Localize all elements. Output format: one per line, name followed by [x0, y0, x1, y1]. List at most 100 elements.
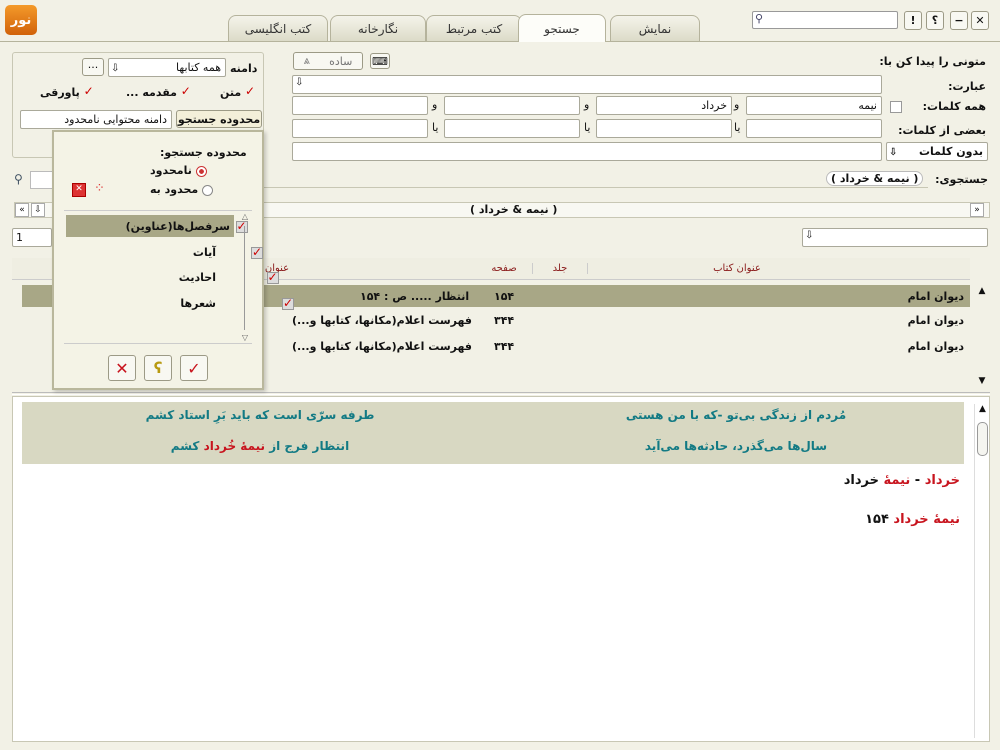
tree-item-verses-label: آیات	[192, 246, 216, 259]
query-side-box	[30, 171, 54, 189]
scroll-up-icon[interactable]: ▲	[975, 404, 990, 414]
popup-ok-button[interactable]: ✓	[180, 355, 208, 381]
popup-title: محدوده جستجو:	[160, 146, 247, 159]
row3-book[interactable]: دیوان امام	[908, 340, 964, 353]
tab-gallery[interactable]: نگارخانه	[330, 15, 426, 41]
nav-down-button[interactable]: ⇩	[31, 203, 45, 217]
phrase-label: عبارت:	[948, 80, 986, 93]
splitter[interactable]	[12, 392, 990, 395]
page-number-input[interactable]: 1	[12, 228, 52, 247]
tab-search[interactable]: جستجو	[518, 14, 606, 42]
row1-book: دیوان امام	[907, 290, 964, 303]
all-words-checkbox[interactable]	[890, 101, 902, 113]
tree-item-verses-check[interactable]	[251, 245, 263, 259]
row2-page: ۳۴۴	[494, 314, 515, 327]
col-header-book-title[interactable]: عنوان کتاب	[592, 263, 882, 274]
scroll-up-icon[interactable]: ▲	[974, 286, 990, 296]
tab-english-books[interactable]: کتب انگلیسی	[228, 15, 328, 41]
tree-item-poems-label: شعرها	[180, 297, 216, 310]
tab-display[interactable]: نمایش	[610, 15, 700, 41]
query-text-2: ( نیمه & خرداد )	[470, 203, 558, 216]
results-scrollbar[interactable]: ▲ ▼	[974, 286, 990, 386]
intro-option[interactable]: مقدمه ...	[126, 84, 193, 99]
mode-toggle[interactable]: ⩓ ساده	[293, 52, 363, 70]
domain-more-button[interactable]: ···	[82, 58, 104, 76]
all-words-input-1[interactable]: نیمه	[746, 96, 882, 115]
radio-selected-icon[interactable]	[195, 165, 207, 177]
filter-select[interactable]: ⇩	[802, 228, 988, 247]
scroll-track[interactable]	[244, 226, 245, 330]
row2-book[interactable]: دیوان امام	[908, 314, 964, 327]
some-words-input-2[interactable]	[596, 119, 732, 138]
popup-help-button[interactable]: ʕ	[144, 355, 172, 381]
preview-scrollbar[interactable]: ▲	[974, 404, 990, 738]
keyboard-icon: ⌨	[372, 54, 388, 68]
radio-empty-icon[interactable]	[202, 184, 214, 196]
tree-scrollbar[interactable]: △ ▽	[238, 212, 252, 342]
tree-item-poems-check[interactable]	[282, 296, 294, 310]
all-words-input-4[interactable]	[292, 96, 428, 115]
scroll-down-icon[interactable]: ▼	[974, 376, 990, 386]
minimize-button[interactable]: −	[950, 11, 968, 30]
all-words-input-2[interactable]: خرداد	[596, 96, 732, 115]
select-all-icon[interactable]: ⁘	[94, 182, 108, 197]
keyboard-button[interactable]: ⌨	[370, 53, 390, 69]
footnote-option[interactable]: پاورقی	[40, 84, 96, 99]
some-words-input-1[interactable]	[746, 119, 882, 138]
query-search-icon[interactable]: ⚲	[14, 172, 23, 186]
scroll-right-button[interactable]: »	[970, 203, 984, 217]
preview-line-1: خرداد - نیمۀ خرداد	[843, 473, 960, 488]
all-words-input-3[interactable]	[444, 96, 580, 115]
query-label: جستجوی:	[935, 173, 988, 186]
intro-checkbox[interactable]	[181, 84, 193, 99]
footnote-checkbox[interactable]	[84, 84, 96, 99]
row1-page: ۱۵۴	[494, 290, 515, 303]
deselect-all-icon[interactable]: ✕	[72, 183, 86, 197]
verse1-left: طرفه سرّی است که باید بَرِ استاد کشم	[145, 408, 375, 422]
row3-title: فهرست اعلام(مکانها، کتابها و...)	[292, 340, 472, 353]
arrow-down-icon: ⇩	[111, 63, 120, 74]
row1-title: انتظار ..... ص : ۱۵۴	[360, 290, 470, 303]
option-limited[interactable]: محدود به	[150, 183, 214, 196]
app-logo[interactable]: نور	[5, 5, 37, 35]
or-sep-1: یا	[734, 121, 741, 134]
row3-page: ۳۴۴	[494, 340, 515, 353]
scroll-up-icon[interactable]: △	[238, 212, 252, 221]
and-sep-2: و	[584, 98, 590, 111]
phrase-input[interactable]: ⇩	[292, 75, 882, 94]
find-label: متونی را پیدا کن با:	[879, 55, 986, 68]
all-words-label: همه کلمات:	[922, 100, 986, 113]
some-words-input-4[interactable]	[292, 119, 428, 138]
help-icon: ʕ	[153, 359, 163, 377]
close-button[interactable]: ✕	[971, 11, 989, 30]
text-option[interactable]: متن	[220, 84, 257, 99]
domain-select[interactable]: همه کتابها ⇩	[108, 58, 226, 77]
global-search-input[interactable]: ⚲	[752, 11, 898, 29]
scroll-left-button[interactable]: «	[15, 203, 29, 217]
some-words-input-3[interactable]	[444, 119, 580, 138]
col-header-volume[interactable]: جلد	[532, 263, 588, 274]
check-icon: ✓	[187, 358, 201, 378]
info-button[interactable]: !	[904, 11, 922, 30]
verse2-left: انتظار فرج از نیمۀ خُرداد کشم	[170, 439, 350, 453]
scroll-thumb[interactable]	[977, 422, 988, 456]
arrow-down-icon: ⇩	[889, 147, 898, 158]
without-words-select[interactable]: بدون کلمات ⇩	[886, 142, 988, 161]
col-header-page[interactable]: صفحه	[476, 263, 532, 274]
tab-related-books[interactable]: کتب مرتبط	[426, 15, 522, 41]
scroll-down-icon[interactable]: ▽	[238, 333, 252, 342]
range-value: دامنه محتوایی نامحدود	[20, 110, 172, 129]
popup-cancel-button[interactable]: ✕	[108, 355, 136, 381]
some-words-label: بعضی از کلمات:	[898, 124, 986, 137]
help-button[interactable]: ؟	[926, 11, 944, 30]
without-words-input[interactable]	[292, 142, 882, 161]
range-button[interactable]: محدوده جستجو	[176, 110, 262, 128]
tree-item-hadith-check[interactable]	[266, 270, 279, 284]
or-sep-2: یا	[584, 121, 591, 134]
verse1-right: مُردم از زندگی بی‌تو -که با من هستی	[625, 408, 847, 422]
tab-bar	[0, 41, 1000, 42]
query-text: ( نیمه & خرداد )	[826, 171, 924, 186]
option-unlimited[interactable]: نامحدود	[150, 164, 207, 177]
text-checkbox[interactable]	[245, 84, 257, 99]
preview-line-2: نیمۀ خرداد ۱۵۴	[865, 512, 960, 527]
